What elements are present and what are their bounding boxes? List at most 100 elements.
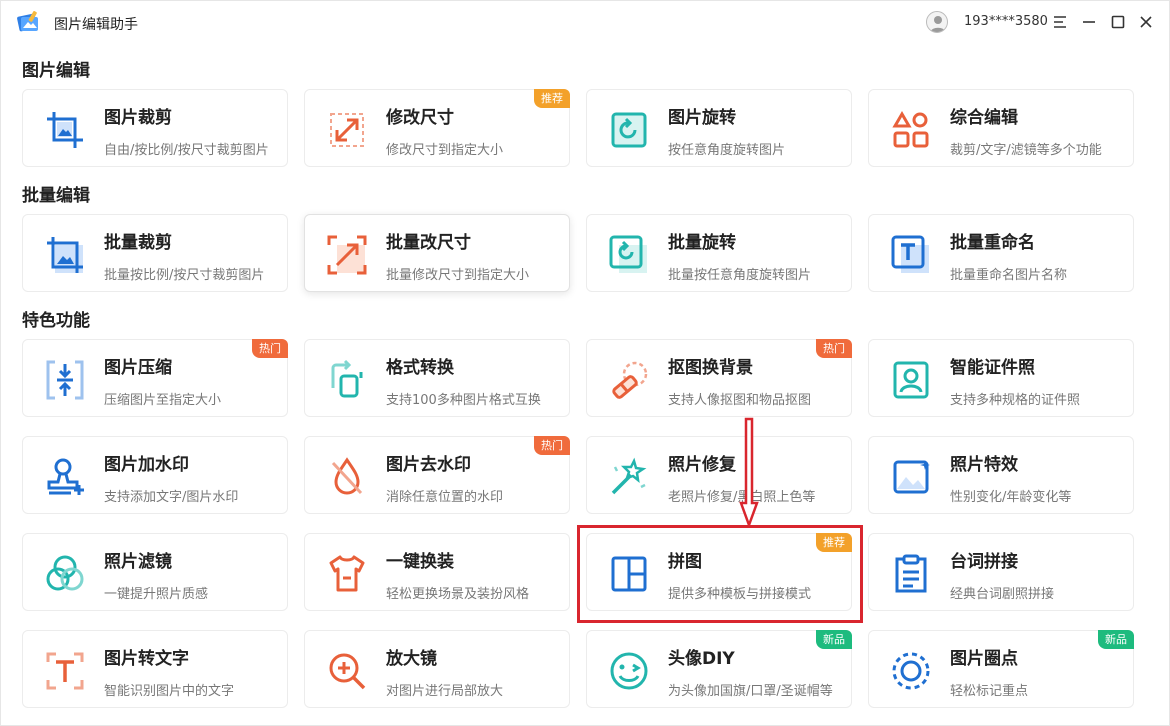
card-batch-rotate[interactable]: 批量旋转 批量按任意角度旋转图片 (586, 214, 852, 292)
stamp-icon (47, 458, 84, 495)
card-desc: 支持添加文字/图片水印 (104, 490, 239, 505)
card-name: 图片裁剪 (104, 108, 172, 128)
id-photo-icon (893, 361, 929, 399)
card-desc: 消除任意位置的水印 (386, 490, 504, 505)
new-badge: 新品 (816, 630, 852, 649)
card-name: 放大镜 (386, 649, 437, 669)
card-desc: 裁剪/文字/滤镜等多个功能 (950, 143, 1102, 158)
maximize-button[interactable] (1108, 12, 1128, 32)
card-remove-watermark[interactable]: 图片去水印 消除任意位置的水印 热门 (304, 436, 570, 514)
drop-slash-icon (331, 457, 363, 495)
image-effects-icon (893, 460, 930, 494)
card-desc: 一键提升照片质感 (104, 587, 209, 602)
card-repair[interactable]: 照片修复 老照片修复/黑白照上色等 (586, 436, 852, 514)
card-name: 照片修复 (668, 455, 736, 475)
card-name: 修改尺寸 (386, 108, 454, 128)
card-name: 图片圈点 (950, 649, 1018, 669)
card-crop[interactable]: 图片裁剪 自由/按比例/按尺寸裁剪图片 (22, 89, 288, 167)
close-button[interactable] (1136, 12, 1156, 32)
batch-resize-icon (327, 235, 367, 275)
card-name: 头像DIY (668, 649, 735, 669)
card-name: 一键换装 (386, 552, 454, 572)
batch-rotate-icon (609, 235, 647, 273)
zoom-in-icon (329, 653, 366, 690)
cutout-icon (612, 361, 648, 399)
card-name: 图片旋转 (668, 108, 736, 128)
title-bar: 图片编辑助手 193****3580 (1, 1, 1170, 43)
magic-wand-icon (611, 457, 647, 495)
card-desc: 为头像加国旗/口罩/圣诞帽等 (668, 684, 833, 699)
user-avatar[interactable] (926, 11, 948, 33)
new-badge: 新品 (1098, 630, 1134, 649)
card-effects[interactable]: 照片特效 性别变化/年龄变化等 (868, 436, 1134, 514)
menu-button[interactable] (1050, 12, 1070, 32)
card-rotate[interactable]: 图片旋转 按任意角度旋转图片 (586, 89, 852, 167)
app-logo-icon (17, 11, 38, 32)
card-magnifier[interactable]: 放大镜 对图片进行局部放大 (304, 630, 570, 708)
menu-icon (1054, 16, 1066, 28)
card-name: 批量裁剪 (104, 233, 172, 253)
compress-icon (46, 360, 84, 400)
card-filter[interactable]: 照片滤镜 一键提升照片质感 (22, 533, 288, 611)
wink-face-icon (610, 652, 648, 690)
card-batch-rename[interactable]: 批量重命名 批量重命名图片名称 (868, 214, 1134, 292)
card-cutout[interactable]: 抠图换背景 支持人像抠图和物品抠图 热门 (586, 339, 852, 417)
convert-icon (331, 359, 363, 398)
card-desc: 批量重命名图片名称 (950, 268, 1068, 283)
batch-crop-icon (47, 237, 83, 273)
section-title-edit: 图片编辑 (22, 61, 90, 81)
card-dialog[interactable]: 台词拼接 经典台词剧照拼接 (868, 533, 1134, 611)
minimize-button[interactable] (1079, 12, 1099, 32)
shapes-icon (892, 111, 929, 148)
card-name: 批量重命名 (950, 233, 1035, 253)
crop-icon (47, 112, 83, 148)
card-ocr[interactable]: 图片转文字 智能识别图片中的文字 (22, 630, 288, 708)
card-desc: 轻松更换场景及装扮风格 (386, 587, 530, 602)
hot-badge: 热门 (816, 339, 852, 358)
card-name: 批量改尺寸 (386, 233, 471, 253)
card-id-photo[interactable]: 智能证件照 支持多种规格的证件照 (868, 339, 1134, 417)
card-convert[interactable]: 格式转换 支持100多种图片格式互换 (304, 339, 570, 417)
card-outfit[interactable]: 一键换装 轻松更换场景及装扮风格 (304, 533, 570, 611)
card-desc: 批量按任意角度旋转图片 (668, 268, 812, 283)
section-title-special: 特色功能 (22, 311, 90, 331)
card-desc: 支持100多种图片格式互换 (386, 393, 541, 408)
card-name: 智能证件照 (950, 358, 1035, 378)
user-id: 193****3580 (964, 14, 1048, 29)
app-title: 图片编辑助手 (54, 17, 138, 33)
maximize-icon (1111, 15, 1125, 29)
hot-badge: 热门 (252, 339, 288, 358)
card-name: 台词拼接 (950, 552, 1018, 572)
filter-icon (46, 555, 84, 591)
card-avatar-diy[interactable]: 头像DIY 为头像加国旗/口罩/圣诞帽等 新品 (586, 630, 852, 708)
card-combo[interactable]: 综合编辑 裁剪/文字/滤镜等多个功能 (868, 89, 1134, 167)
card-name: 图片加水印 (104, 455, 189, 475)
card-batch-crop[interactable]: 批量裁剪 批量按比例/按尺寸裁剪图片 (22, 214, 288, 292)
close-icon (1140, 16, 1152, 28)
card-desc: 按任意角度旋转图片 (668, 143, 786, 158)
card-name: 图片压缩 (104, 358, 172, 378)
clipboard-icon (895, 554, 927, 593)
recommend-badge: 推荐 (534, 89, 570, 108)
tshirt-icon (329, 555, 365, 592)
card-desc: 批量按比例/按尺寸裁剪图片 (104, 268, 265, 283)
rename-icon (891, 235, 929, 273)
card-desc: 对图片进行局部放大 (386, 684, 504, 699)
card-batch-resize[interactable]: 批量改尺寸 批量修改尺寸到指定大小 (304, 214, 570, 292)
card-compress[interactable]: 图片压缩 压缩图片至指定大小 热门 (22, 339, 288, 417)
card-add-watermark[interactable]: 图片加水印 支持添加文字/图片水印 (22, 436, 288, 514)
card-desc: 修改尺寸到指定大小 (386, 143, 504, 158)
card-desc: 支持多种规格的证件照 (950, 393, 1081, 408)
card-name: 照片滤镜 (104, 552, 172, 572)
card-desc: 智能识别图片中的文字 (104, 684, 235, 699)
text-recognize-icon (46, 652, 84, 690)
card-name: 批量旋转 (668, 233, 736, 253)
card-mark[interactable]: 图片圈点 轻松标记重点 新品 (868, 630, 1134, 708)
card-resize[interactable]: 修改尺寸 修改尺寸到指定大小 推荐 (304, 89, 570, 167)
card-desc: 性别变化/年龄变化等 (950, 490, 1072, 505)
card-desc: 自由/按比例/按尺寸裁剪图片 (104, 143, 269, 158)
card-desc: 批量修改尺寸到指定大小 (386, 268, 530, 283)
app-window: 图片编辑助手 193****3580 图片编辑 图片裁剪 自由/按比例/按尺寸裁… (0, 0, 1170, 726)
resize-icon (330, 113, 364, 147)
card-name: 图片去水印 (386, 455, 471, 475)
